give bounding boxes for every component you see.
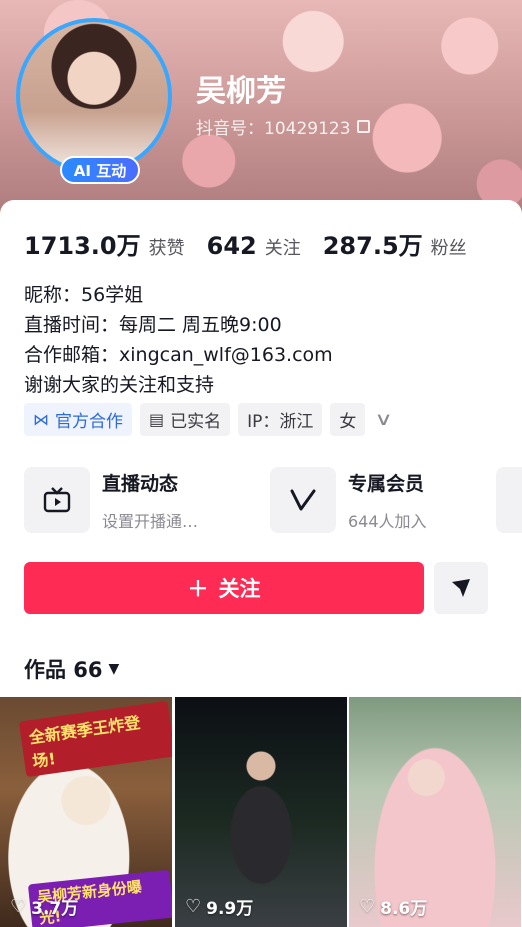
stat-followers-label: 粉丝 xyxy=(430,238,467,259)
heart-icon: ♡ xyxy=(185,896,202,917)
likes-count: 3.7万 xyxy=(31,899,79,919)
works-grid: 全新赛季王炸登场! 吴柳芳新身份曝光! ♡ 3.7万 ♡ 9.9万 ♡ 8.6万 xyxy=(0,697,522,927)
gender-tag: 女 xyxy=(330,403,366,436)
stat-followers[interactable]: 287.5万 粉丝 xyxy=(323,226,467,261)
verified-label: 已实名 xyxy=(170,412,222,432)
stat-likes: 1713.0万 获赞 xyxy=(24,226,185,261)
video-likes: ♡ 9.9万 xyxy=(185,894,253,919)
video-thumbnail[interactable]: 全新赛季王炸登场! 吴柳芳新身份曝光! ♡ 3.7万 xyxy=(0,697,172,927)
video-thumbnail[interactable]: ♡ 8.6万 xyxy=(349,697,521,927)
ip-label: IP：浙江 xyxy=(247,412,314,432)
heart-icon: ♡ xyxy=(10,896,27,917)
stat-following[interactable]: 642 关注 xyxy=(207,232,301,260)
live-updates-subtitle: 设置开播通… xyxy=(102,511,199,531)
bio-line: 谢谢大家的关注和支持 xyxy=(24,374,215,396)
tag-row: ⋈ 官方合作 ▤ 已实名 IP：浙江 女 ∨ xyxy=(24,403,393,436)
douyin-id-text: 抖音号：10429123 xyxy=(196,119,351,139)
stat-likes-label: 获赞 xyxy=(148,238,185,259)
membership-subtitle: 644人加入 xyxy=(348,511,427,531)
caret-down-icon: ▼ xyxy=(108,661,120,677)
douyin-id[interactable]: 抖音号：10429123 xyxy=(196,114,370,139)
v-icon xyxy=(270,467,336,533)
likes-count: 8.6万 xyxy=(380,899,428,919)
verified-tag[interactable]: ▤ 已实名 xyxy=(140,403,231,436)
stat-likes-value: 1713.0万 xyxy=(24,232,141,260)
id-card-icon: ▤ xyxy=(149,410,165,429)
bio: 昵称：56学姐 直播时间：每周二 周五晚9:00 合作邮箱：xingcan_wl… xyxy=(24,280,333,400)
live-updates-title: 直播动态 xyxy=(102,472,179,495)
ai-interaction-badge[interactable]: AI 互动 xyxy=(60,156,140,184)
works-tab[interactable]: 作品 66 ▼ xyxy=(24,654,119,684)
copy-icon[interactable] xyxy=(356,120,370,133)
bio-line: 昵称：56学姐 xyxy=(24,284,144,306)
stats-row: 1713.0万 获赞 642 关注 287.5万 粉丝 xyxy=(24,226,489,261)
more-feature-card[interactable] xyxy=(496,467,522,533)
official-partner-label: 官方合作 xyxy=(55,412,123,432)
likes-count: 9.9万 xyxy=(206,899,254,919)
works-label: 作品 66 xyxy=(24,658,103,682)
plus-icon: ＋ xyxy=(187,578,209,601)
thumbnail-overlay-text: 全新赛季王炸登场! xyxy=(18,700,172,778)
bio-line: 直播时间：每周二 周五晚9:00 xyxy=(24,314,282,336)
bio-line: 合作邮箱：xingcan_wlf@163.com xyxy=(24,344,333,366)
stat-following-label: 关注 xyxy=(264,238,301,259)
heart-icon: ♡ xyxy=(359,896,376,917)
membership-card[interactable]: 专属会员 644人加入 xyxy=(270,467,427,533)
stat-followers-value: 287.5万 xyxy=(322,232,423,260)
video-thumbnail[interactable]: ♡ 9.9万 xyxy=(175,697,347,927)
profile-card: 1713.0万 获赞 642 关注 287.5万 粉丝 昵称：56学姐 直播时间… xyxy=(0,200,522,927)
tv-icon xyxy=(24,467,90,533)
send-icon xyxy=(452,579,470,597)
official-partner-tag[interactable]: ⋈ 官方合作 xyxy=(24,403,132,436)
message-button[interactable] xyxy=(434,562,488,614)
follow-label: 关注 xyxy=(218,578,261,601)
handshake-icon: ⋈ xyxy=(33,410,49,429)
gender-label: 女 xyxy=(339,412,357,432)
feature-row: 直播动态 设置开播通… 专属会员 644人加入 xyxy=(24,467,522,533)
video-likes: ♡ 3.7万 xyxy=(10,894,78,919)
membership-title: 专属会员 xyxy=(348,472,425,495)
ip-tag: IP：浙江 xyxy=(238,403,323,436)
avatar[interactable] xyxy=(16,18,172,174)
stat-following-value: 642 xyxy=(206,232,257,260)
video-likes: ♡ 8.6万 xyxy=(359,894,427,919)
profile-name: 吴柳芳 xyxy=(196,74,286,109)
follow-button[interactable]: ＋ 关注 xyxy=(24,562,424,614)
live-updates-card[interactable]: 直播动态 设置开播通… xyxy=(24,467,198,533)
chevron-down-icon[interactable]: ∨ xyxy=(375,409,393,430)
